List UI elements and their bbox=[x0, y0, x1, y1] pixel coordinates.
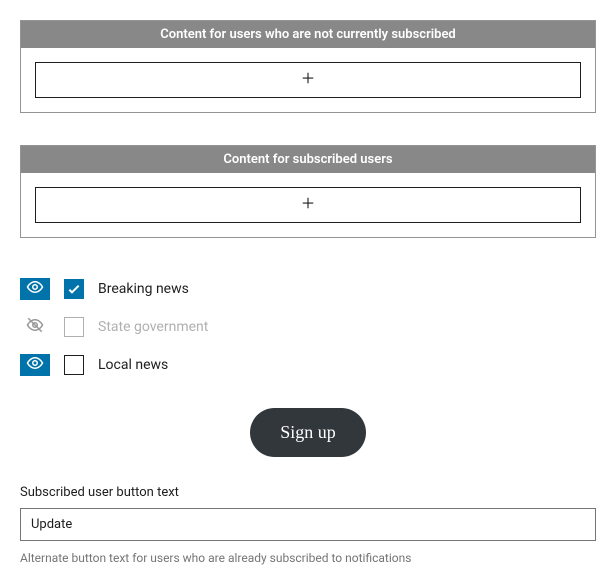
visibility-toggle[interactable] bbox=[20, 278, 50, 300]
eye-icon bbox=[26, 278, 44, 300]
subscribed-button-text-input[interactable] bbox=[20, 508, 596, 541]
visibility-toggle[interactable] bbox=[20, 316, 50, 338]
topic-row: State government bbox=[20, 308, 596, 346]
visibility-toggle[interactable] bbox=[20, 354, 50, 376]
topic-checkbox[interactable] bbox=[64, 279, 84, 299]
block-unsubscribed-header: Content for users who are not currently … bbox=[21, 21, 595, 48]
eye-off-icon bbox=[26, 316, 44, 338]
block-unsubscribed-body bbox=[21, 48, 595, 112]
signup-button-wrap: Sign up bbox=[20, 408, 596, 457]
block-subscribed-header: Content for subscribed users bbox=[21, 146, 595, 173]
topic-row: Local news bbox=[20, 346, 596, 384]
eye-icon bbox=[26, 354, 44, 376]
topic-label: Breaking news bbox=[98, 281, 189, 297]
signup-button[interactable]: Sign up bbox=[250, 408, 366, 457]
plus-icon bbox=[299, 69, 317, 91]
add-block-button-unsubscribed[interactable] bbox=[35, 62, 581, 98]
field-label: Subscribed user button text bbox=[20, 485, 596, 500]
add-block-button-subscribed[interactable] bbox=[35, 187, 581, 223]
topic-checkbox[interactable] bbox=[64, 317, 84, 337]
topic-row: Breaking news bbox=[20, 270, 596, 308]
block-subscribed-body bbox=[21, 173, 595, 237]
topic-label: State government bbox=[98, 319, 208, 335]
subscribed-button-text-field: Subscribed user button text Alternate bu… bbox=[20, 485, 596, 565]
topic-label: Local news bbox=[98, 357, 168, 373]
topic-checkbox[interactable] bbox=[64, 355, 84, 375]
block-subscribed: Content for subscribed users bbox=[20, 145, 596, 238]
block-unsubscribed: Content for users who are not currently … bbox=[20, 20, 596, 113]
topics-list: Breaking news State government Local new… bbox=[20, 270, 596, 384]
plus-icon bbox=[299, 194, 317, 216]
field-help-text: Alternate button text for users who are … bbox=[20, 551, 596, 565]
